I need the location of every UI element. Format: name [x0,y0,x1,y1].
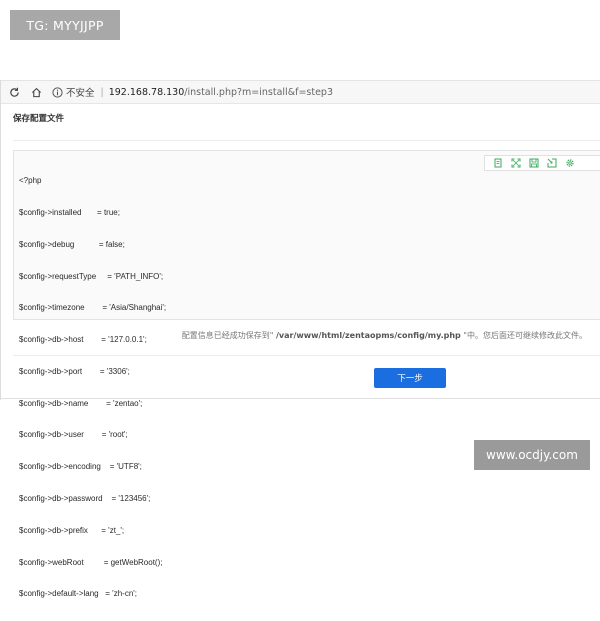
code-line: $config->installed = true; [19,207,120,217]
notice-prefix: 配置信息已经成功保存到" [181,331,276,340]
next-step-button[interactable]: 下一步 [374,368,446,388]
code-line: $config->db->user = 'root'; [19,430,128,440]
insecure-label: 不安全 [66,88,95,99]
watermark-bottom: www.ocdjy.com [474,440,590,470]
browser-window: 不安全 | 192.168.78.130/install.php?m=insta… [0,80,600,598]
code-line: $config->db->prefix = 'zt_'; [19,525,125,535]
config-code: <?php $config->installed = true; $config… [19,155,166,621]
notice-suffix: "中。您后面还可继续修改此文件。 [460,331,587,340]
config-code-box[interactable]: <?php $config->installed = true; $config… [13,150,600,598]
address-separator: | [100,86,104,98]
watermark-top: TG: MYYJJPP [10,10,120,40]
title-divider [13,140,600,141]
code-line: $config->db->port = '3306'; [19,366,130,376]
save-notice: 配置信息已经成功保存到" /var/www/html/zentaopms/con… [182,330,587,341]
code-toolbar [484,155,600,171]
copy-icon[interactable] [489,156,507,170]
code-line: <?php [19,176,42,186]
settings-gear-icon[interactable] [561,156,579,170]
home-icon[interactable] [27,83,45,101]
actions-divider [13,355,600,356]
fullscreen-icon[interactable] [507,156,525,170]
url-path: /install.php?m=install&f=step3 [184,86,333,98]
reload-icon[interactable] [5,83,23,101]
code-line: $config->timezone = 'Asia/Shanghai'; [19,303,167,313]
page-title: 保存配置文件 [13,114,65,124]
save-icon[interactable] [525,156,543,170]
url-host: 192.168.78.130 [108,86,185,98]
code-line: $config->webRoot = getWebRoot(); [19,557,163,567]
omnibox[interactable]: 不安全 | 192.168.78.130/install.php?m=insta… [51,83,333,101]
export-icon[interactable] [543,156,561,170]
code-line: $config->db->encoding = 'UTF8'; [19,462,142,472]
code-line: $config->debug = false; [19,239,125,249]
address-bar: 不安全 | 192.168.78.130/install.php?m=insta… [1,80,600,104]
window-bottom-edge [0,398,600,399]
info-icon[interactable] [51,86,63,98]
code-line: $config->requestType = 'PATH_INFO'; [19,271,164,281]
code-line: $config->db->name = 'zentao'; [19,398,143,408]
config-file-path: /var/www/html/zentaopms/config/my.php [275,331,461,340]
code-line: $config->db->host = '127.0.0.1'; [19,335,147,345]
code-line: $config->db->password = '123456'; [19,494,151,503]
code-line: $config->default->lang = 'zh-cn'; [19,589,138,599]
